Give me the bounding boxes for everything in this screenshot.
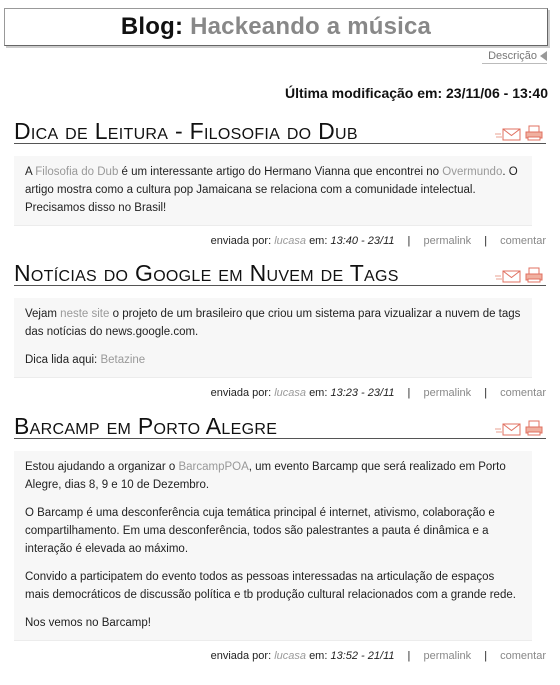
post-title: Dica de Leitura - Filosofia do Dub bbox=[14, 118, 358, 144]
at-label: em: bbox=[309, 650, 328, 662]
at-label: em: bbox=[309, 235, 328, 247]
sent-by-label: enviada por: bbox=[210, 235, 272, 247]
email-icon[interactable] bbox=[495, 422, 521, 436]
text: Dica lida aqui: bbox=[25, 354, 101, 366]
post-footer: enviada por: lucasa em: 13:40 - 23/11 | … bbox=[14, 235, 546, 247]
post-body: A Filosofia do Dub é um interessante art… bbox=[14, 156, 532, 226]
post-title: Barcamp em Porto Alegre bbox=[14, 413, 278, 439]
post: Dica de Leitura - Filosofia do Dub A Fil… bbox=[14, 118, 546, 247]
separator: | bbox=[484, 235, 488, 247]
email-icon[interactable] bbox=[495, 269, 521, 283]
post-author[interactable]: lucasa bbox=[274, 235, 306, 247]
text: Estou ajudando a organizar o bbox=[25, 461, 179, 473]
permalink-link[interactable]: permalink bbox=[423, 387, 471, 399]
post-paragraph: Vejam neste site o projeto de um brasile… bbox=[25, 305, 521, 341]
blog-title: Blog: Hackeando a música bbox=[121, 13, 431, 41]
post-body: Estou ajudando a organizar o BarcampPOA,… bbox=[14, 451, 532, 641]
link-barcamppoa[interactable]: BarcampPOA bbox=[178, 461, 248, 473]
link-betazine[interactable]: Betazine bbox=[100, 354, 145, 366]
email-icon[interactable] bbox=[495, 127, 521, 141]
comment-link[interactable]: comentar bbox=[500, 650, 546, 662]
post-title: Notícias do Google em Nuvem de Tags bbox=[14, 260, 399, 286]
blog-title-name: Hackeando a música bbox=[190, 13, 432, 40]
last-modified: Última modificação em: 23/11/06 - 13:40 bbox=[284, 85, 548, 101]
blog-title-prefix: Blog: bbox=[120, 13, 184, 40]
blog-header: Blog: Hackeando a música bbox=[4, 8, 548, 46]
separator: | bbox=[407, 235, 411, 247]
text: A bbox=[25, 166, 36, 178]
post-actions bbox=[495, 267, 543, 283]
text: Vejam bbox=[25, 308, 61, 320]
post-title-row: Dica de Leitura - Filosofia do Dub bbox=[14, 118, 546, 144]
at-label: em: bbox=[309, 387, 328, 399]
post-author[interactable]: lucasa bbox=[274, 650, 306, 662]
post-footer: enviada por: lucasa em: 13:52 - 21/11 | … bbox=[14, 650, 546, 662]
link-neste-site[interactable]: neste site bbox=[60, 308, 109, 320]
print-icon[interactable] bbox=[525, 125, 543, 141]
separator: | bbox=[484, 387, 488, 399]
post-paragraph: O Barcamp é uma desconferência cuja temá… bbox=[25, 507, 495, 555]
descricao-label: Descrição bbox=[488, 49, 537, 62]
print-icon[interactable] bbox=[525, 267, 543, 283]
separator: | bbox=[407, 650, 411, 662]
post: Notícias do Google em Nuvem de Tags Veja… bbox=[14, 260, 546, 399]
permalink-link[interactable]: permalink bbox=[423, 235, 471, 247]
text: é um interessante artigo do Hermano Vian… bbox=[118, 166, 443, 178]
post: Barcamp em Porto Alegre Estou ajudando a… bbox=[14, 413, 546, 662]
sent-by-label: enviada por: bbox=[210, 650, 272, 662]
post-paragraph: Dica lida aqui: Betazine bbox=[25, 351, 521, 369]
post-actions bbox=[495, 125, 543, 141]
post-paragraph: A Filosofia do Dub é um interessante art… bbox=[25, 163, 521, 217]
comment-link[interactable]: comentar bbox=[500, 235, 546, 247]
permalink-link[interactable]: permalink bbox=[423, 650, 471, 662]
post-datetime: 13:40 - 23/11 bbox=[330, 235, 395, 247]
separator: | bbox=[484, 650, 488, 662]
post-title-row: Notícias do Google em Nuvem de Tags bbox=[14, 260, 546, 286]
link-filosofia-do-dub[interactable]: Filosofia do Dub bbox=[35, 166, 118, 178]
comment-link[interactable]: comentar bbox=[500, 387, 546, 399]
post-paragraph: Nos vemos no Barcamp! bbox=[25, 617, 151, 629]
post-actions bbox=[495, 420, 543, 436]
triangle-left-icon bbox=[540, 50, 547, 61]
separator: | bbox=[407, 387, 411, 399]
post-author[interactable]: lucasa bbox=[274, 387, 306, 399]
sent-by-label: enviada por: bbox=[210, 387, 272, 399]
post-footer: enviada por: lucasa em: 13:23 - 23/11 | … bbox=[14, 387, 546, 399]
descricao-toggle[interactable]: Descrição bbox=[482, 48, 547, 64]
post-paragraph: Convido a participatem do evento todos a… bbox=[25, 571, 516, 601]
post-paragraph: Estou ajudando a organizar o BarcampPOA,… bbox=[25, 458, 521, 494]
post-datetime: 13:52 - 21/11 bbox=[330, 650, 395, 662]
post-body: Vejam neste site o projeto de um brasile… bbox=[14, 298, 532, 378]
print-icon[interactable] bbox=[525, 420, 543, 436]
link-overmundo[interactable]: Overmundo bbox=[442, 166, 502, 178]
post-title-row: Barcamp em Porto Alegre bbox=[14, 413, 546, 439]
post-datetime: 13:23 - 23/11 bbox=[330, 387, 395, 399]
